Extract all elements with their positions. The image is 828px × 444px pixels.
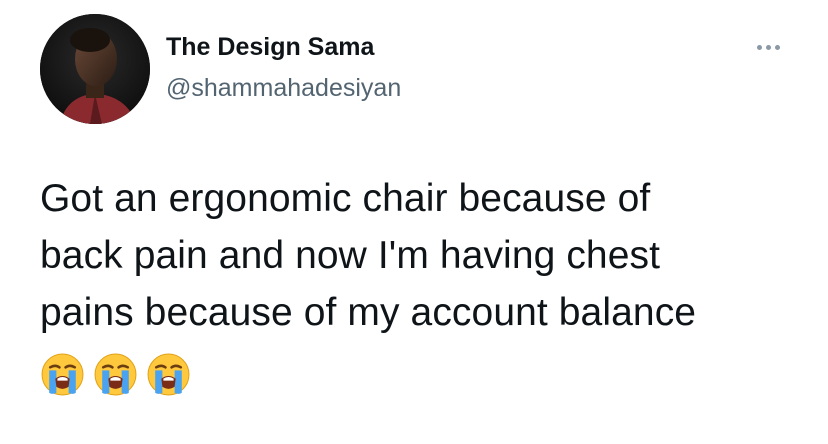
loudly-crying-face-icon [93, 352, 138, 397]
tweet-text-line: pains because of my account balance [40, 291, 697, 334]
loudly-crying-face-icon [146, 352, 191, 397]
tweet: The Design Sama @shammahadesiyan Got an … [0, 0, 828, 444]
tweet-text-line: Got an ergonomic chair because of [40, 177, 651, 220]
avatar-photo [40, 14, 150, 124]
emoji-row [40, 352, 191, 397]
tweet-text-line: back pain and now I'm having chest [40, 234, 661, 277]
dot [765, 44, 771, 50]
dot [756, 44, 762, 50]
author-name[interactable]: The Design Sama [166, 31, 374, 63]
loudly-crying-face-icon [40, 352, 85, 397]
avatar[interactable] [40, 14, 150, 124]
author-handle[interactable]: @shammahadesiyan [166, 72, 401, 104]
more-options-icon[interactable] [748, 32, 788, 62]
dot [774, 44, 780, 50]
tweet-text: Got an ergonomic chair because of back p… [40, 170, 810, 341]
